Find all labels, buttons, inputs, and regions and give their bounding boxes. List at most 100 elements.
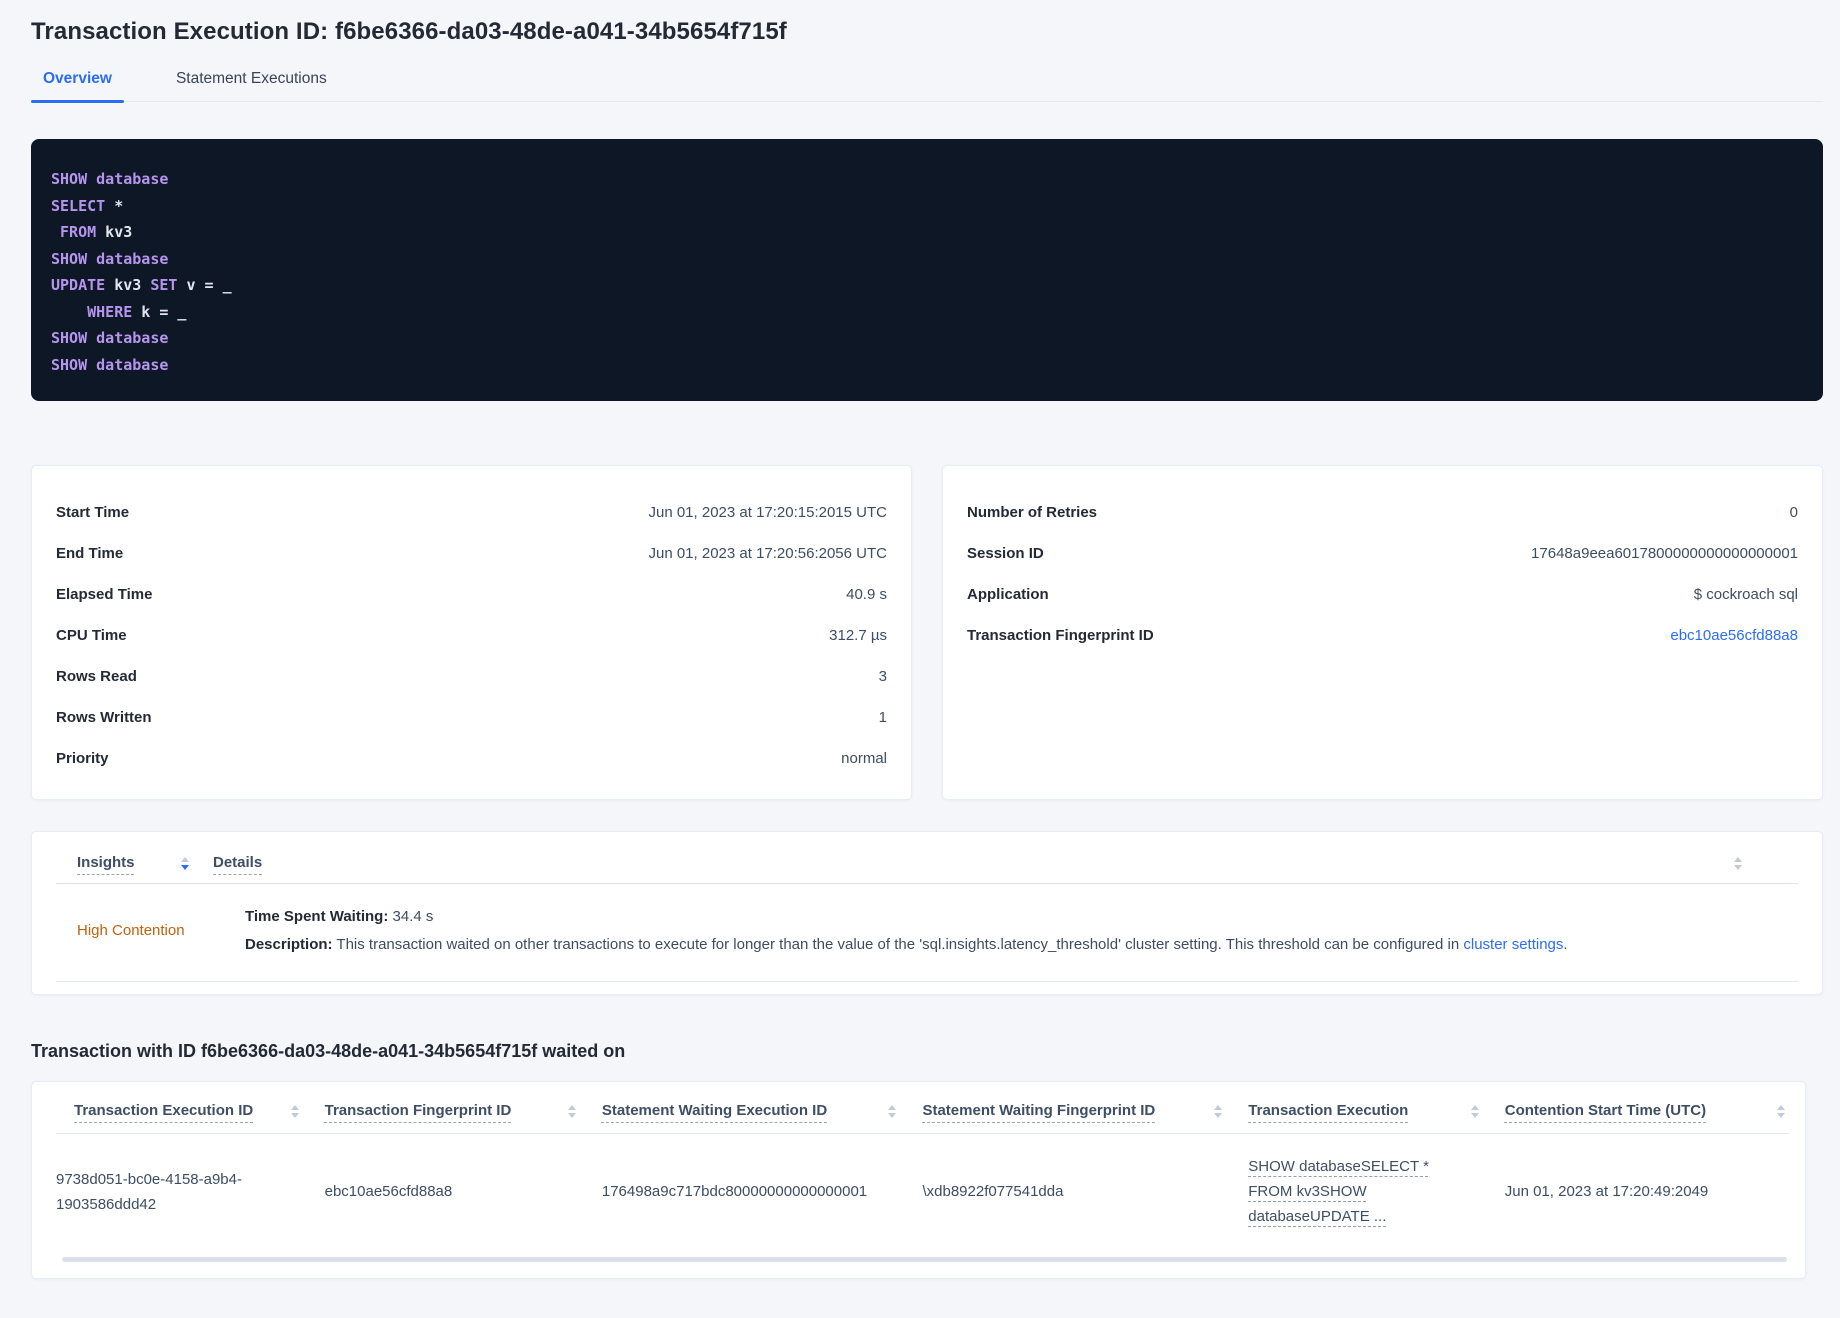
- sort-down-arrow-icon: [290, 1113, 299, 1118]
- detail-label: CPU Time: [56, 627, 127, 644]
- sort-up-arrow-icon: [888, 1105, 897, 1110]
- summary-cards-row: Start Time Jun 01, 2023 at 17:20:15:2015…: [31, 465, 1823, 800]
- sql-code-line: WHERE k = _: [51, 299, 1799, 326]
- detail-label: Start Time: [56, 504, 130, 521]
- detail-label: End Time: [56, 545, 124, 562]
- detail-value: 0: [1789, 504, 1798, 521]
- insight-description-text: This transaction waited on other transac…: [332, 936, 1464, 953]
- sort-down-arrow-icon: [567, 1113, 576, 1118]
- sort-down-arrow-icon: [1734, 865, 1742, 870]
- detail-label: Transaction Fingerprint ID: [967, 627, 1154, 644]
- insight-waiting-value: 34.4 s: [388, 908, 434, 925]
- sql-code-line: SHOW database: [51, 246, 1799, 273]
- waited-on-table-card: Transaction Execution ID Transaction Fin…: [31, 1081, 1806, 1279]
- sql-code-line: SHOW database: [51, 352, 1799, 379]
- high-contention-badge: High Contention: [77, 922, 185, 939]
- sort-icon[interactable]: [1734, 857, 1742, 870]
- sort-up-arrow-icon: [1214, 1105, 1223, 1110]
- sort-down-arrow-icon: [1214, 1113, 1223, 1118]
- detail-value: 40.9 s: [846, 586, 887, 603]
- sql-text: *: [105, 196, 124, 215]
- waited-on-data-row: 9738d051-bc0e-4158-a9b4-1903586ddd42 ebc…: [56, 1133, 1789, 1249]
- sql-code-line: SHOW database: [51, 325, 1799, 352]
- transaction-fingerprint-link[interactable]: ebc10ae56cfd88a8: [1670, 627, 1798, 644]
- column-header-transaction-fingerprint-id[interactable]: Transaction Fingerprint ID: [325, 1102, 512, 1119]
- sort-icon[interactable]: [1470, 1105, 1479, 1118]
- sort-icon[interactable]: [1214, 1105, 1223, 1118]
- detail-value: Jun 01, 2023 at 17:20:15:2015 UTC: [648, 504, 887, 521]
- sort-up-arrow-icon: [1734, 857, 1742, 862]
- sql-keyword: SHOW database: [51, 249, 169, 268]
- column-header-contention-start-time[interactable]: Contention Start Time (UTC): [1505, 1102, 1706, 1119]
- sort-down-arrow-icon: [1777, 1113, 1785, 1118]
- detail-label: Session ID: [967, 545, 1044, 562]
- column-header-details[interactable]: Details: [213, 854, 262, 871]
- transaction-execution-statement-link[interactable]: SHOW databaseSELECT * FROM kv3SHOW datab…: [1248, 1158, 1429, 1225]
- sql-text: k = _: [132, 302, 187, 321]
- sort-icon[interactable]: [888, 1105, 897, 1118]
- sort-icon[interactable]: [567, 1105, 576, 1118]
- sql-text: kv3: [105, 276, 151, 294]
- cell-statement-waiting-fingerprint-id: \xdb8922f077541dda: [922, 1133, 1249, 1249]
- sql-keyword: UPDATE: [51, 276, 106, 294]
- sort-up-arrow-icon: [1470, 1105, 1479, 1110]
- horizontal-scrollbar[interactable]: [62, 1257, 1787, 1262]
- insights-card: Insights Details High Contention Time Sp…: [31, 831, 1823, 995]
- tab-statement-executions[interactable]: Statement Executions: [164, 60, 339, 101]
- sql-statements-box: SHOW database SELECT * FROM kv3 SHOW dat…: [31, 139, 1823, 401]
- detail-row-transaction-fingerprint-id: Transaction Fingerprint ID ebc10ae56cfd8…: [967, 615, 1798, 656]
- page-title: Transaction Execution ID: f6be6366-da03-…: [31, 18, 787, 45]
- sql-code-line: UPDATE kv3 SET v = _: [51, 272, 1799, 299]
- sql-keyword: FROM: [60, 223, 97, 241]
- detail-label: Application: [967, 586, 1049, 603]
- detail-label: Number of Retries: [967, 504, 1098, 521]
- detail-value: 1: [878, 709, 887, 726]
- sort-up-arrow-icon: [1777, 1105, 1785, 1110]
- sort-up-arrow-icon: [290, 1105, 299, 1110]
- insights-table-header: Insights Details: [56, 854, 1798, 884]
- sql-keyword: SHOW database: [51, 329, 169, 347]
- waited-on-heading: Transaction with ID f6be6366-da03-48de-a…: [31, 1041, 626, 1061]
- waited-on-table: Transaction Execution ID Transaction Fin…: [56, 1102, 1789, 1249]
- insight-waiting-label: Time Spent Waiting:: [245, 908, 389, 925]
- detail-row-number-of-retries: Number of Retries 0: [967, 492, 1798, 533]
- insight-details: Time Spent Waiting: 34.4 s Description: …: [245, 908, 1568, 953]
- insight-description-line: Description: This transaction waited on …: [245, 936, 1568, 953]
- tab-overview[interactable]: Overview: [31, 60, 124, 103]
- detail-row-rows-read: Rows Read 3: [56, 656, 887, 697]
- sql-keyword: SHOW database: [51, 355, 169, 374]
- insight-waiting-line: Time Spent Waiting: 34.4 s: [245, 908, 1568, 925]
- waited-on-header-row: Transaction Execution ID Transaction Fin…: [56, 1102, 1789, 1134]
- column-header-insights[interactable]: Insights: [77, 854, 181, 871]
- sort-icon[interactable]: [181, 857, 189, 870]
- detail-value: Jun 01, 2023 at 17:20:56:2056 UTC: [648, 545, 887, 562]
- sql-text: kv3: [96, 223, 133, 241]
- sql-code-line: SELECT *: [51, 193, 1799, 220]
- column-header-statement-waiting-fingerprint-id[interactable]: Statement Waiting Fingerprint ID: [922, 1102, 1155, 1119]
- detail-label: Rows Written: [56, 709, 152, 726]
- sort-up-arrow-icon: [567, 1105, 576, 1110]
- detail-label: Rows Read: [56, 668, 137, 685]
- detail-row-application: Application $ cockroach sql: [967, 574, 1798, 615]
- sort-icon[interactable]: [290, 1105, 299, 1118]
- detail-row-cpu-time: CPU Time 312.7 µs: [56, 615, 887, 656]
- cluster-settings-link[interactable]: cluster settings: [1463, 936, 1563, 953]
- sql-text: v = _: [177, 276, 232, 294]
- column-header-statement-waiting-execution-id[interactable]: Statement Waiting Execution ID: [602, 1102, 827, 1119]
- tabs-bar: Overview Statement Executions: [31, 60, 1823, 103]
- sort-down-arrow-icon: [181, 865, 189, 870]
- detail-row-priority: Priority normal: [56, 738, 887, 779]
- detail-row-elapsed-time: Elapsed Time 40.9 s: [56, 574, 887, 615]
- sort-icon[interactable]: [1777, 1105, 1785, 1118]
- column-header-transaction-execution-id[interactable]: Transaction Execution ID: [74, 1102, 253, 1119]
- insight-row: High Contention Time Spent Waiting: 34.4…: [56, 884, 1798, 982]
- timing-summary-card: Start Time Jun 01, 2023 at 17:20:15:2015…: [31, 465, 912, 800]
- sql-code-line: FROM kv3: [51, 219, 1799, 246]
- cell-transaction-execution: SHOW databaseSELECT * FROM kv3SHOW datab…: [1248, 1133, 1505, 1249]
- detail-row-end-time: End Time Jun 01, 2023 at 17:20:56:2056 U…: [56, 533, 887, 574]
- detail-value: normal: [841, 750, 887, 767]
- sql-keyword: SET: [150, 276, 178, 294]
- column-header-transaction-execution[interactable]: Transaction Execution: [1248, 1102, 1408, 1119]
- detail-row-rows-written: Rows Written 1: [56, 697, 887, 738]
